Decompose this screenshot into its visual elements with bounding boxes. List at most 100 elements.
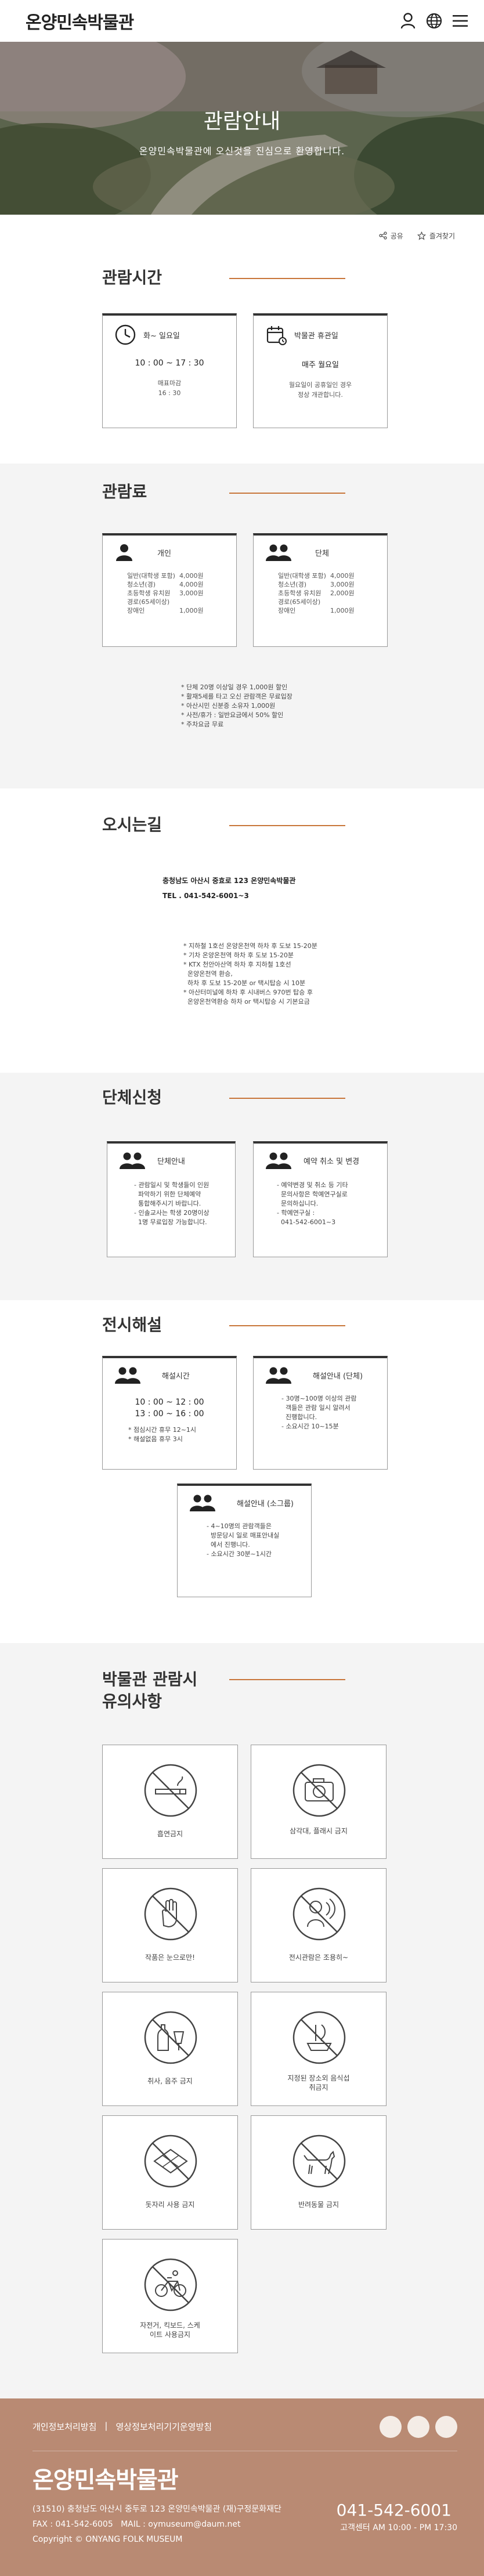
person-icon: [116, 544, 132, 561]
footer-fax: FAX : 041-542-6005: [32, 2520, 113, 2529]
closed-days-card: 박물관 휴관일 매주 월요일 월요일이 공휴일인 경우 정상 개관합니다.: [253, 313, 388, 428]
guide-time-1: 10 : 00 ~ 12 : 00: [135, 1398, 204, 1407]
group-guide-info-line: 진행합니다.: [281, 1413, 317, 1421]
fee-row: 청소년(경) 3,000원: [278, 580, 387, 589]
directions-note: * 아산터미널에 하차 후 시내버스 970번 탑승 후: [183, 989, 313, 996]
video-policy-link[interactable]: 영상정보처리기기운영방침: [115, 2421, 212, 2433]
group-icon: [120, 1152, 145, 1169]
privacy-policy-link[interactable]: 개인정보처리방침: [32, 2421, 96, 2433]
page: 온양민속박물관 관람안내 온양민속박물관에 오신것을 진심으로 환영합니다. 공…: [0, 0, 484, 2576]
fee-note: * 단체 20명 이상일 경우 1,000원 할인: [181, 683, 288, 691]
fee-note: * 주차요금 무료: [181, 721, 224, 728]
individual-fee-table: 일반(대학생 포함) 4,000원 청소년(경) 4,000원 초등학생 유치원 3,00…: [103, 561, 236, 615]
rule-label: 지정된 장소외 음식섭취금지: [287, 2074, 350, 2092]
reservation-change-line: - 학예연구실 :: [277, 1209, 315, 1217]
open-hours-card: 화~ 일요일 10 : 00 ~ 17 : 30 매표마감 16 : 30: [102, 313, 237, 428]
card-header: 예약 취소 및 변경: [254, 1144, 387, 1169]
clock-icon: [115, 324, 136, 345]
fee-row: 일반(대학생 포함) 4,000원: [278, 571, 387, 580]
fee-category: 청소년(경): [127, 581, 156, 588]
fee-price: 1,000원: [179, 607, 204, 614]
fee-row: 장애인 1,000원: [278, 606, 387, 615]
group-guide-info-line: 객들은 관람 일시 알려서: [281, 1404, 351, 1412]
card-header: 개인: [103, 536, 236, 561]
card-header: 해설안내 (단체): [254, 1358, 387, 1384]
no-drinking-icon: [144, 2011, 197, 2064]
user-icon[interactable]: [400, 13, 416, 29]
fee-price: 3,000원: [179, 589, 204, 597]
footer-contact: FAX : 041-542-6005 MAIL : oymuseum@daum.…: [32, 2517, 281, 2532]
no-food-icon: [292, 2011, 346, 2064]
hero-title: 관람안내: [203, 110, 281, 133]
directions-section: 오시는길 충청남도 아산시 중효로 123 온양민속박물관 TEL . 041-…: [0, 788, 484, 1073]
closed-note-2: 정상 개관합니다.: [298, 391, 343, 399]
group-fee-card: 단체 일반(대학생 포함) 4,000원 청소년(경) 3,000원 초등학생 유치원 2…: [253, 533, 388, 647]
museum-address: 충청남도 아산시 중효로 123 온양민속박물관: [162, 877, 296, 885]
directions-note: * 지하철 1호선 온양온천역 하차 후 도보 15-20분: [183, 942, 317, 950]
social-button[interactable]: [407, 2416, 429, 2438]
card-header: 단체안내: [107, 1144, 235, 1169]
fee-row: 일반(대학생 포함) 4,000원: [127, 571, 236, 580]
favorite-button[interactable]: 즐겨찾기: [417, 231, 455, 241]
fee-note: * 사전/휴가 : 일반요금에서 50% 할인: [181, 711, 284, 719]
footer-links: 개인정보처리방침 | 영상정보처리기기운영방침: [32, 2421, 212, 2433]
group-guide-info-body: - 30명~100명 이상의 관람 객들은 관람 일시 알려서 진행합니다. - …: [254, 1384, 387, 1431]
small-group-guide-line: - 4~10명의 관람객들은: [207, 1522, 272, 1530]
group-guide-line: 1명 무료입장 가능합니다.: [134, 1218, 207, 1226]
share-icon: [379, 231, 387, 240]
hero-subtitle: 온양민속박물관에 오신것을 진심으로 환영합니다.: [139, 146, 345, 157]
directions-notes: * 지하철 1호선 온양온천역 하차 후 도보 15-20분 * 기차 온양온천역…: [183, 942, 317, 1007]
rule-label: 흡연금지: [157, 1830, 183, 1838]
card-body: 10 : 00 ~ 12 : 00 13 : 00 ~ 16 : 00: [103, 1396, 236, 1420]
fee-category: 장애인: [278, 607, 296, 614]
fee-category: 경로(65세이상): [127, 598, 170, 606]
fee-row: 청소년(경) 4,000원: [127, 580, 236, 589]
fee-price: 4,000원: [330, 572, 355, 580]
fee-row: 초등학생 유치원 3,000원: [127, 589, 236, 598]
card-header: 박물관 휴관일: [254, 316, 387, 346]
fee-row: 초등학생 유치원 2,000원: [278, 589, 387, 598]
footer-mail: MAIL : oymuseum@daum.net: [121, 2520, 241, 2529]
exhibit-guide-title: 전시해설: [102, 1315, 162, 1334]
fee-note: * 아산시민 신분증 소유자 1,000원: [181, 702, 276, 710]
directions-note: * 기차 온양온천역 하차 후 도보 15-20분: [183, 951, 294, 959]
fee-category: 일반(대학생 포함): [127, 572, 175, 580]
section-divider: [229, 278, 345, 279]
reservation-change-line: 041-542-6001~3: [277, 1218, 336, 1226]
small-group-guide-line: - 소요시간 30분~1시간: [207, 1550, 272, 1558]
fee-price: 4,000원: [179, 572, 204, 580]
group-icon: [190, 1495, 215, 1511]
favorite-label: 즐겨찾기: [429, 231, 455, 240]
directions-note: 온양온천역 환승,: [183, 970, 233, 978]
site-header: 온양민속박물관: [0, 0, 484, 42]
rule-label: 돗자리 사용 금지: [145, 2201, 195, 2209]
social-button[interactable]: [435, 2416, 457, 2438]
fee-price: 3,000원: [330, 581, 355, 588]
guide-times-notes: * 점심시간 휴무 12~1시 * 해설없음 휴무 3시: [103, 1420, 236, 1444]
footer-address-block: (31510) 충청남도 아산시 중두로 123 온양민속박물관 (재)구정문화…: [32, 2502, 281, 2547]
group-guide-info-line: - 30명~100명 이상의 관람: [281, 1395, 357, 1402]
group-apply-title: 단체신청: [102, 1088, 162, 1107]
small-group-guide-title: 해설안내 (소그룹): [237, 1499, 294, 1508]
header-icons: [400, 13, 468, 29]
no-bicycle-icon: [144, 2258, 197, 2311]
directions-note: 온양온천역환승 하차 or 택시탑승 시 기본요금: [183, 998, 310, 1005]
open-time: 10 : 00 ~ 17 : 30: [135, 359, 204, 368]
site-logo[interactable]: 온양민속박물관: [26, 8, 134, 34]
social-button[interactable]: [380, 2416, 402, 2438]
globe-icon[interactable]: [426, 13, 442, 29]
no-pets-icon: [292, 2134, 346, 2188]
share-bar: 공유 즐겨찾기: [0, 215, 484, 256]
no-touch-icon: [144, 1887, 197, 1941]
fee-category: 초등학생 유치원: [278, 589, 322, 597]
fee-note: * 활재5세를 타고 오신 관람객은 무료입장: [181, 693, 292, 700]
menu-icon[interactable]: [453, 15, 468, 27]
no-smoking-icon: [144, 1764, 197, 1817]
small-group-guide-line: 방문당시 일로 매표안내실: [207, 1532, 280, 1539]
share-button[interactable]: 공유: [379, 231, 403, 241]
fee-category: 장애인: [127, 607, 145, 614]
exhibit-guide-section: 전시해설 해설시간 10 : 00 ~ 12 : 00 13 : 00 ~ 16…: [0, 1300, 484, 1643]
rule-card: 돗자리 사용 금지: [102, 2115, 238, 2230]
section-divider: [229, 1325, 345, 1326]
group-guide-body: - 관람일시 및 학생들이 인원 파악하기 위한 단체예약 통합해주시기 바랍니…: [107, 1169, 235, 1227]
